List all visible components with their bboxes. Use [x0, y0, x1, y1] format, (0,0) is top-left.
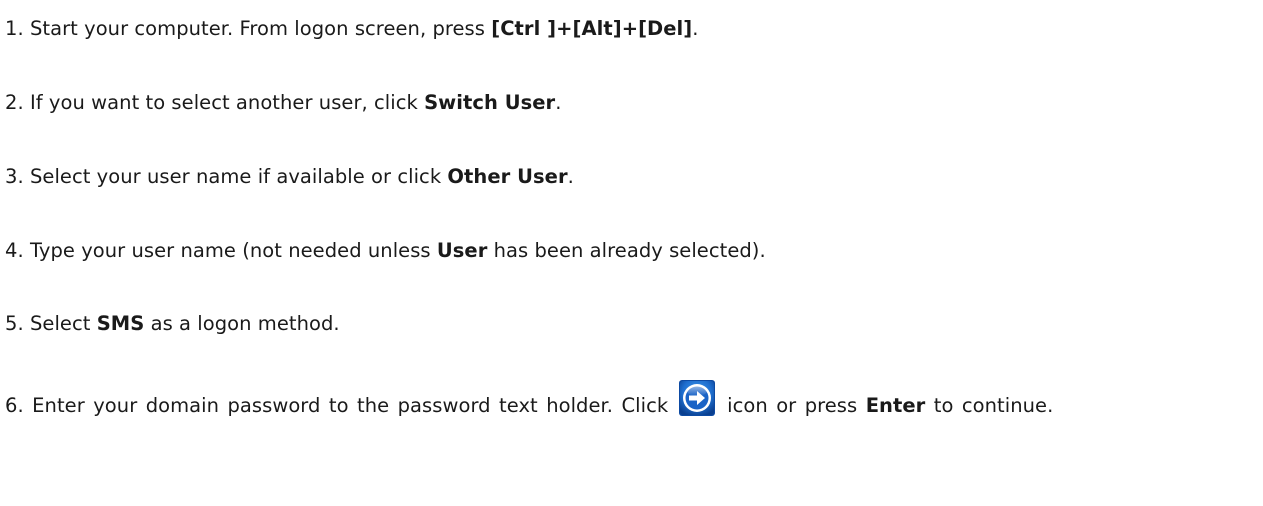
step-number: 5.: [5, 312, 24, 335]
step-number: 1.: [5, 17, 24, 40]
step-text: Enter your domain password to the passwo…: [32, 394, 677, 417]
sms-label: SMS: [96, 312, 145, 335]
step-number: 6.: [5, 394, 24, 417]
step-number: 2.: [5, 91, 24, 114]
step-text: Type your user name (not needed unless: [29, 239, 437, 262]
step-2: 2. If you want to select another user, c…: [5, 89, 561, 116]
key-combo-label: [Ctrl ]+[Alt]+[Del]: [491, 17, 693, 40]
user-label: User: [436, 239, 488, 262]
step-number: 3.: [5, 165, 24, 188]
step-4: 4. Type your user name (not needed unles…: [5, 237, 766, 264]
arrow-right-circle-icon: [678, 380, 715, 416]
step-6: 6. Enter your domain password to the pas…: [5, 380, 1255, 422]
instruction-document: 1. Start your computer. From logon scree…: [0, 0, 1263, 506]
step-number: 4.: [5, 239, 24, 262]
step-text-end: as a logon method.: [144, 312, 340, 335]
step-text: Select your user name if available or cl…: [29, 165, 448, 188]
step-5: 5. Select SMS as a logon method.: [5, 310, 340, 337]
step-text-end: .: [567, 165, 574, 188]
other-user-label: Other User: [447, 165, 568, 188]
enter-key-label: Enter: [865, 394, 926, 417]
step-text-end: .: [692, 17, 699, 40]
step-text: Select: [29, 312, 97, 335]
step-text-end: has been already selected).: [487, 239, 766, 262]
switch-user-label: Switch User: [424, 91, 556, 114]
step-text-end: .: [555, 91, 562, 114]
step-text-end: to continue.: [925, 394, 1054, 417]
step-text: Start your computer. From logon screen, …: [29, 17, 492, 40]
step-1: 1. Start your computer. From logon scree…: [5, 15, 699, 42]
step-3: 3. Select your user name if available or…: [5, 163, 574, 190]
step-text: If you want to select another user, clic…: [29, 91, 425, 114]
step-text-middle: icon or press: [718, 394, 866, 417]
